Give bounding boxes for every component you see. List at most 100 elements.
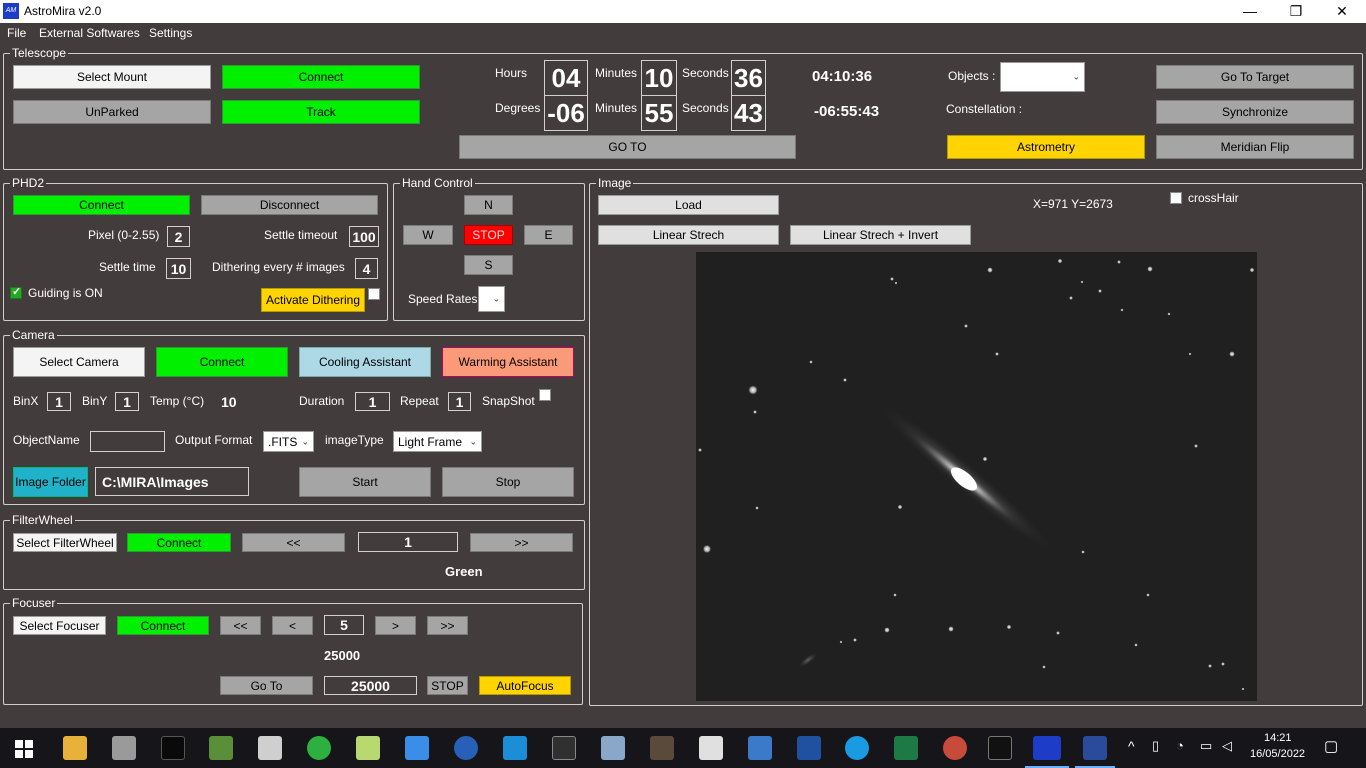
duration-input[interactable]: 1 [355,392,390,411]
goto-button[interactable]: GO TO [459,135,796,159]
image-folder-path[interactable]: C:\MIRA\Images [95,467,249,496]
go-to-target-button[interactable]: Go To Target [1156,65,1354,89]
output-format-select[interactable]: .FITS ⌄ [263,431,314,452]
registax-icon[interactable] [209,736,233,760]
menu-file[interactable]: File [7,26,26,40]
focuser-step-input[interactable]: 5 [324,615,364,635]
phd2-icon[interactable] [307,736,331,760]
terminal-icon[interactable] [988,736,1012,760]
app-icon-19[interactable] [943,736,967,760]
meridian-flip-button[interactable]: Meridian Flip [1156,135,1354,159]
phd2-disconnect-button[interactable]: Disconnect [201,195,378,215]
biny-input[interactable]: 1 [115,392,139,411]
east-button[interactable]: E [524,225,573,245]
unparked-button[interactable]: UnParked [13,100,211,124]
astromira-taskbar-icon[interactable] [1025,736,1069,768]
binx-input[interactable]: 1 [47,392,71,411]
warming-assistant-button[interactable]: Warming Assistant [442,347,574,377]
camera-connect-button[interactable]: Connect [156,347,288,377]
clock-time[interactable]: 14:21 [1264,732,1292,744]
app-icon-5[interactable] [258,736,282,760]
north-button[interactable]: N [464,195,513,215]
dec-seconds-value[interactable]: 43 [731,95,766,131]
app-icon-14[interactable] [699,736,723,760]
snapshot-checkbox[interactable] [539,389,551,401]
linear-stretch-button[interactable]: Linear Strech [598,225,779,245]
focuser-goto-button[interactable]: Go To [220,676,313,695]
degrees-value[interactable]: -06 [544,95,588,131]
image-folder-button[interactable]: Image Folder [13,467,88,497]
minutes-value[interactable]: 10 [641,60,677,96]
filterwheel-connect-button[interactable]: Connect [127,533,231,552]
synchronize-button[interactable]: Synchronize [1156,100,1354,124]
seconds-value[interactable]: 36 [731,60,766,96]
restore-icon[interactable]: ❐ [1273,0,1319,23]
app-icon-16[interactable] [797,736,821,760]
clock-date[interactable]: 16/05/2022 [1250,748,1305,760]
guiding-checkbox[interactable] [10,285,22,299]
phd2-connect-button[interactable]: Connect [13,195,190,215]
device-icon[interactable]: ▯ [1152,738,1159,754]
activate-dithering-button[interactable]: Activate Dithering [261,288,365,312]
autofocus-button[interactable]: AutoFocus [479,676,571,695]
close-icon[interactable]: ✕ [1319,0,1365,23]
battery-icon[interactable]: ▭ [1200,738,1212,754]
windows-start-icon[interactable] [15,740,33,758]
dec-minutes-value[interactable]: 55 [641,95,677,131]
telescope-connect-button[interactable]: Connect [222,65,420,89]
app-icon-7[interactable] [356,736,380,760]
settings-icon[interactable] [454,736,478,760]
camera-stop-button[interactable]: Stop [442,467,574,497]
asi-icon[interactable] [552,736,576,760]
dithering-input[interactable]: 4 [355,258,378,279]
app-icon-12[interactable] [601,736,625,760]
app-icon-3[interactable] [161,736,185,760]
object-name-input[interactable] [90,431,165,452]
select-filterwheel-button[interactable]: Select FilterWheel [13,533,117,552]
file-explorer-icon[interactable] [63,736,87,760]
excel-icon[interactable] [894,736,918,760]
focuser-fast-in-button[interactable]: << [220,616,261,635]
app-icon-15[interactable] [748,736,772,760]
select-focuser-button[interactable]: Select Focuser [13,616,106,635]
focuser-fast-out-button[interactable]: >> [427,616,468,635]
focuser-in-button[interactable]: < [272,616,313,635]
start-button[interactable]: Start [299,467,431,497]
focuser-out-button[interactable]: > [375,616,416,635]
select-mount-button[interactable]: Select Mount [13,65,211,89]
repeat-input[interactable]: 1 [448,392,471,411]
chevron-up-icon[interactable]: ^ [1128,738,1135,754]
crosshair-checkbox[interactable] [1170,192,1182,204]
image-type-select[interactable]: Light Frame ⌄ [393,431,482,452]
calculator-icon[interactable] [405,736,429,760]
app-icon-10[interactable] [503,736,527,760]
menu-external-softwares[interactable]: External Softwares [39,26,140,40]
focuser-stop-button[interactable]: STOP [427,676,468,695]
filter-position[interactable]: 1 [358,532,458,552]
app-icon-13[interactable] [650,736,674,760]
select-camera-button[interactable]: Select Camera [13,347,145,377]
menu-settings[interactable]: Settings [149,26,192,40]
settle-timeout-input[interactable]: 100 [349,226,379,247]
south-button[interactable]: S [464,255,513,275]
focuser-connect-button[interactable]: Connect [117,616,209,635]
track-button[interactable]: Track [222,100,420,124]
filter-next-button[interactable]: >> [470,533,573,552]
pixel-input[interactable]: 2 [167,226,190,247]
west-button[interactable]: W [403,225,453,245]
app-icon-22[interactable] [1075,736,1115,768]
dithering-checkbox[interactable] [368,288,380,300]
objects-select[interactable]: ⌄ [1000,62,1085,92]
astrometry-button[interactable]: Astrometry [947,135,1145,159]
filter-prev-button[interactable]: << [242,533,345,552]
hours-value[interactable]: 04 [544,60,588,96]
minimize-icon[interactable]: — [1227,0,1273,23]
sky-image[interactable] [696,252,1257,701]
linear-stretch-invert-button[interactable]: Linear Strech + Invert [790,225,971,245]
wifi-icon[interactable]: ◔ [1176,738,1184,753]
stop-button[interactable]: STOP [464,225,513,245]
edge-icon[interactable] [845,736,869,760]
load-button[interactable]: Load [598,195,779,215]
settle-time-input[interactable]: 10 [166,258,191,279]
volume-icon[interactable]: ◁ [1222,738,1232,754]
